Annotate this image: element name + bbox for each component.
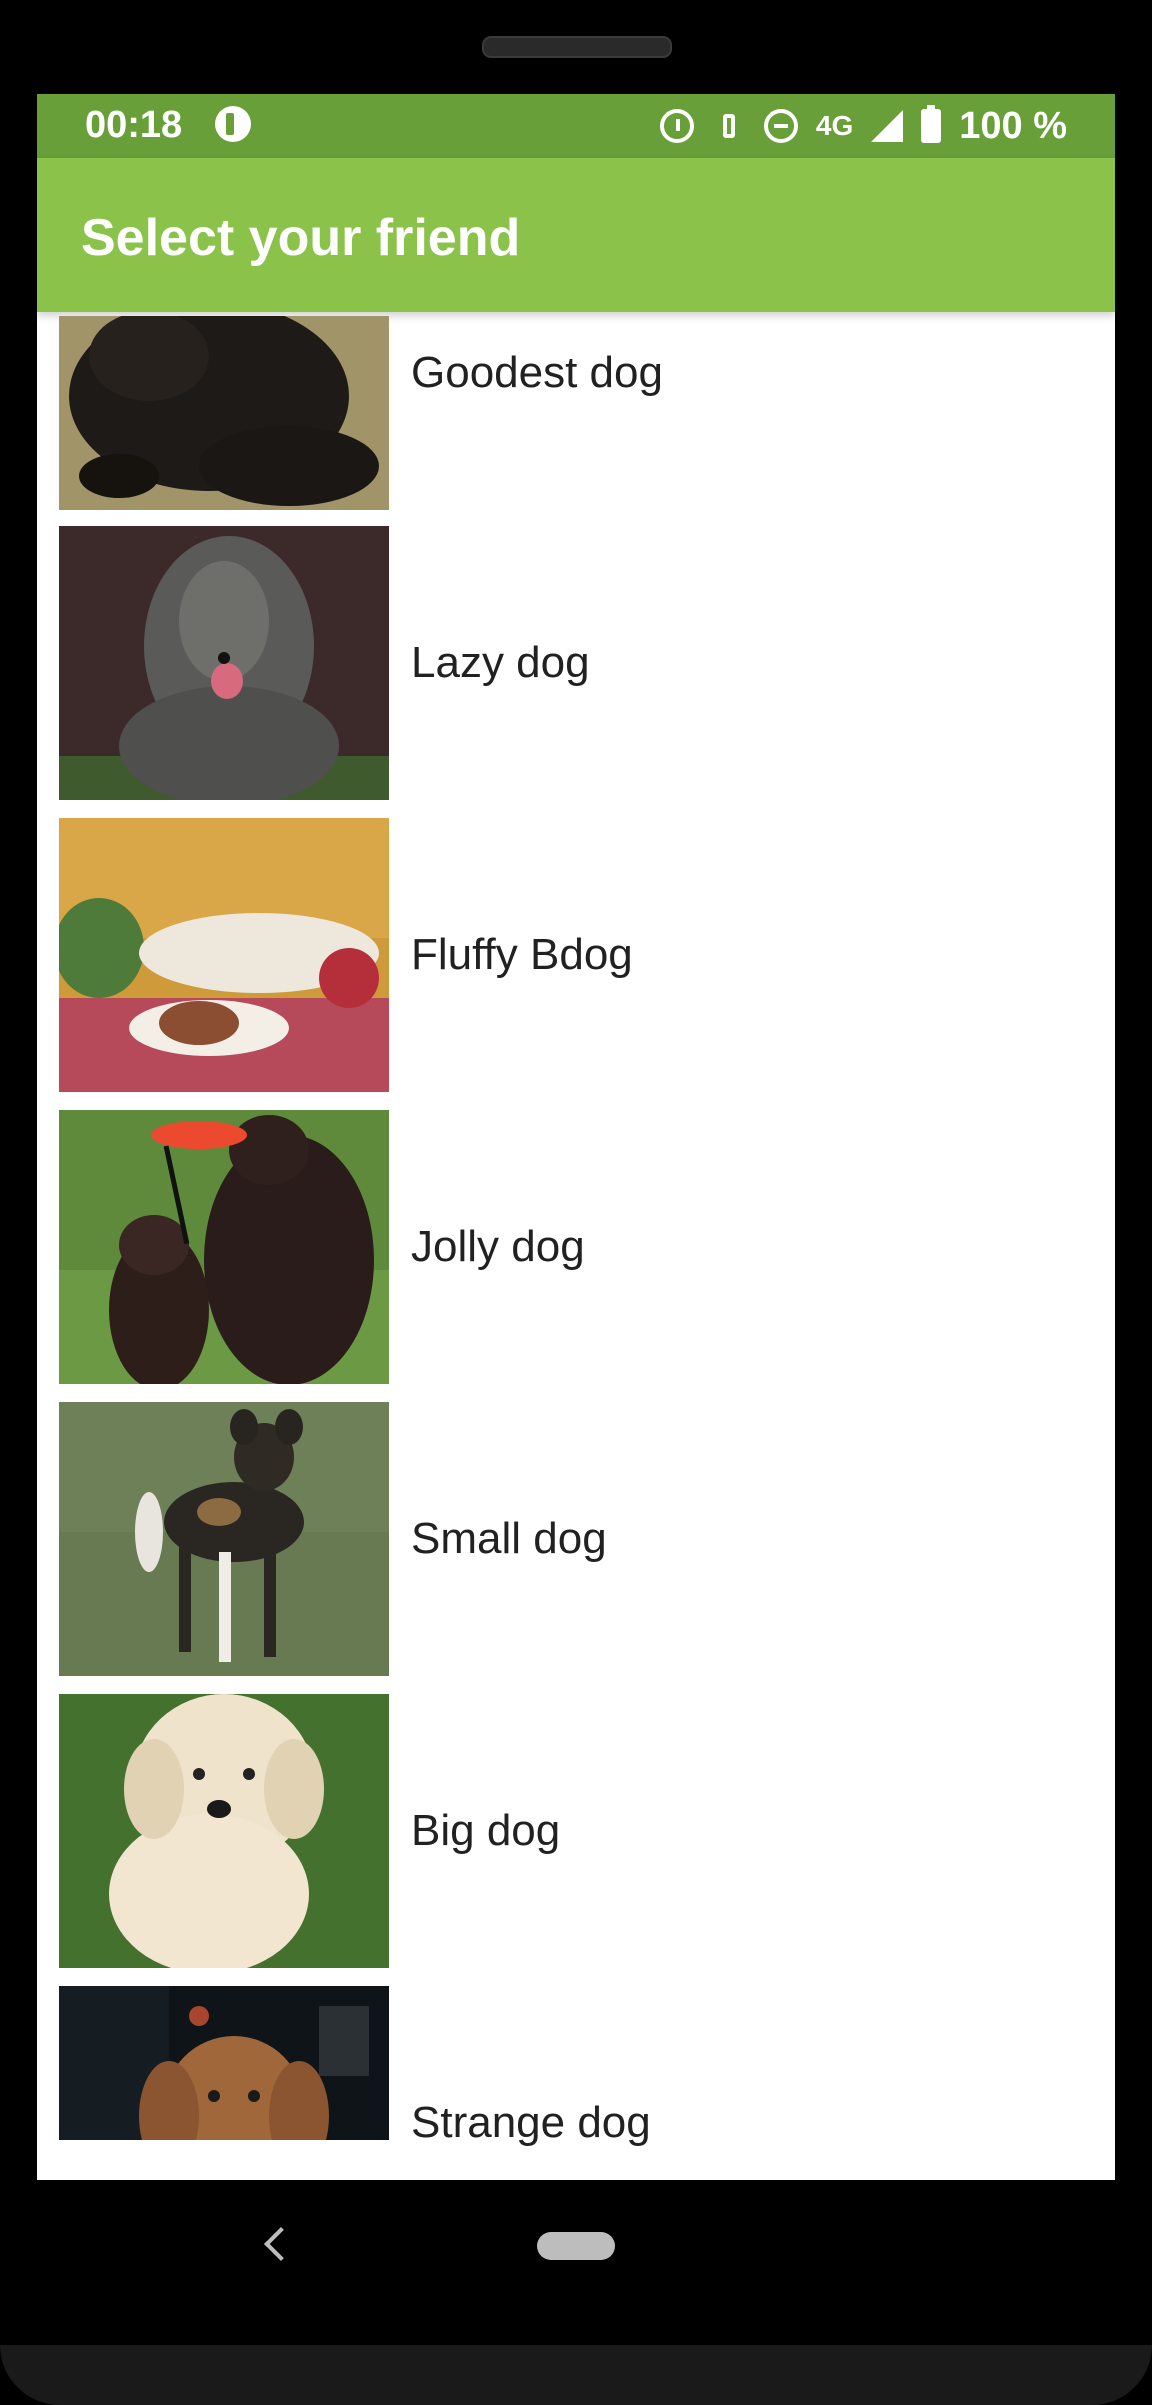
page-title: Select your friend <box>81 209 521 267</box>
list-item[interactable]: Big dog <box>59 1694 1099 1968</box>
battery-icon <box>921 105 942 143</box>
home-pill-icon[interactable] <box>537 2232 615 2260</box>
do-not-disturb-icon <box>763 109 798 143</box>
app-notification-icon <box>215 106 251 142</box>
dog-photo <box>59 1402 389 1676</box>
alarm-icon <box>659 109 694 143</box>
list-item[interactable]: Lazy dog <box>59 526 1099 800</box>
dog-photo <box>59 526 389 800</box>
dog-photo <box>59 818 389 1092</box>
list-item-label: Strange dog <box>411 2098 651 2147</box>
dog-photo <box>59 1986 389 2140</box>
battery-percentage: 100 % <box>959 104 1067 147</box>
list-item[interactable]: Jolly dog <box>59 1110 1099 1384</box>
vibrate-icon <box>712 109 746 143</box>
list-item-label: Goodest dog <box>411 348 663 397</box>
navigation-bar <box>37 2180 1115 2340</box>
dog-list[interactable]: Goodest dog Lazy dog Fluffy Bdog Jolly d… <box>37 312 1115 2180</box>
list-item-label: Lazy dog <box>411 638 590 687</box>
list-item[interactable]: Strange dog <box>59 1986 1099 2180</box>
screen: 00:18 4G 100 % Select your friend Goodes… <box>37 94 1115 2180</box>
bottom-bezel <box>0 2345 1152 2405</box>
dog-photo <box>59 1110 389 1384</box>
speaker-grille <box>482 36 672 58</box>
list-item-label: Small dog <box>411 1514 607 1563</box>
list-item-label: Big dog <box>411 1806 561 1855</box>
status-icons: 4G 100 % <box>659 102 1067 150</box>
signal-icon <box>871 110 904 142</box>
dog-photo <box>59 1694 389 1968</box>
app-bar: Select your friend <box>37 158 1115 312</box>
list-item[interactable]: Fluffy Bdog <box>59 818 1099 1092</box>
network-type: 4G <box>815 110 854 141</box>
list-item[interactable]: Goodest dog <box>59 316 1099 510</box>
status-time: 00:18 <box>85 104 183 146</box>
status-bar: 00:18 4G 100 % <box>37 94 1115 158</box>
dog-photo <box>59 316 389 510</box>
back-icon[interactable] <box>264 2227 298 2261</box>
list-item[interactable]: Small dog <box>59 1402 1099 1676</box>
phone-frame: 00:18 4G 100 % Select your friend Goodes… <box>0 0 1152 2405</box>
list-item-label: Fluffy Bdog <box>411 930 633 979</box>
list-item-label: Jolly dog <box>411 1222 585 1271</box>
